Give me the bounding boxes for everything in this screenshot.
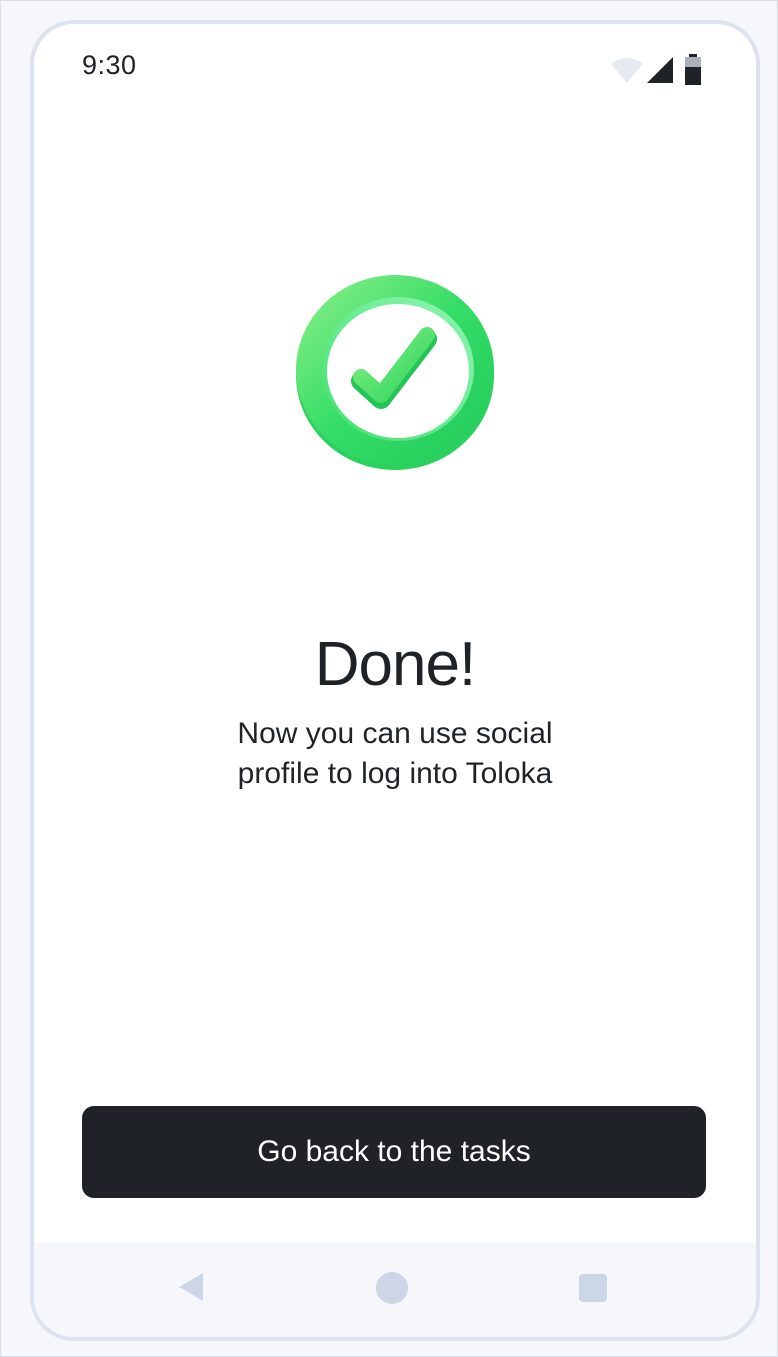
battery-icon [685,54,701,85]
navigation-bar [34,1242,756,1337]
status-time: 9:30 [82,50,137,80]
back-icon[interactable] [178,1272,204,1302]
screenshot-frame: 9:30 Done! Now you can use social profil… [0,0,778,1357]
wifi-icon [611,58,643,83]
go-back-to-tasks-button[interactable]: Go back to the tasks [82,1106,706,1198]
recent-apps-icon[interactable] [579,1274,607,1302]
success-check-icon [296,275,494,470]
status-bar: 9:30 [34,24,756,114]
home-icon[interactable] [376,1272,408,1304]
success-message: Now you can use social profile to log in… [237,717,553,790]
phone-frame: 9:30 Done! Now you can use social profil… [30,20,760,1341]
status-icons [610,54,710,88]
page-title: Done! [314,630,476,699]
cellular-signal-icon [647,57,673,83]
